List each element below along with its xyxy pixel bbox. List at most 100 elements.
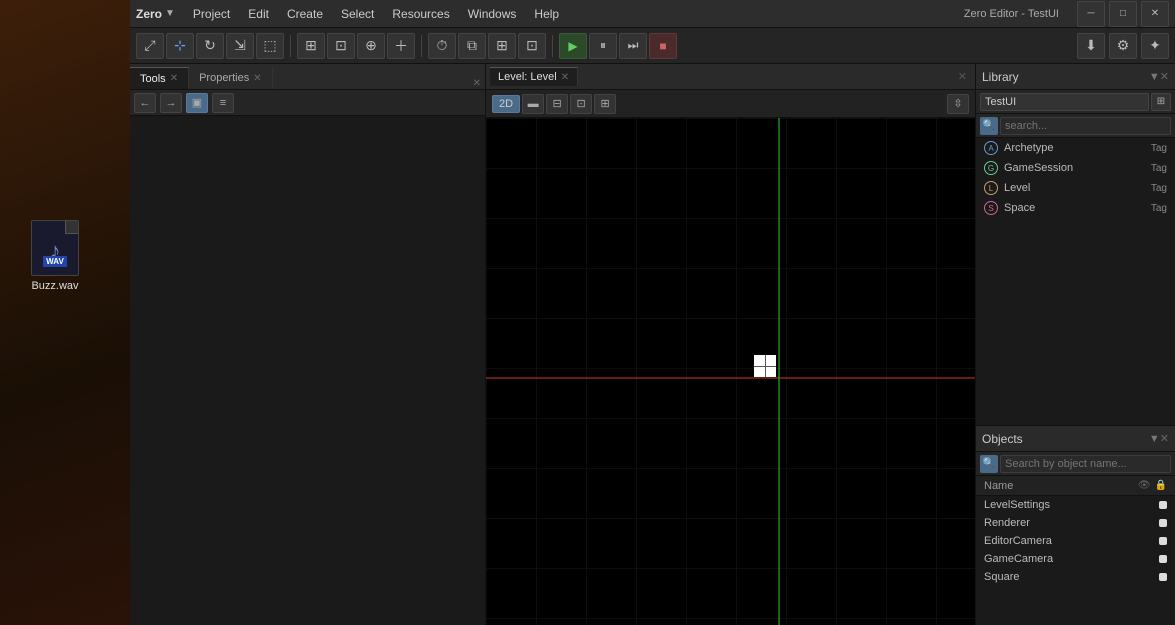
left-panels: Tools ✕ Properties ✕ ✕ ← → ▣ ≡ <box>130 64 486 625</box>
grid-button[interactable]: ⊞ <box>297 33 325 59</box>
level-tab-bar: Level: Level ✕ ✕ <box>486 64 975 90</box>
rotate-tool-button[interactable]: ↻ <box>196 33 224 59</box>
layer-button[interactable]: ⧉ <box>458 33 486 59</box>
library-grid-button[interactable]: ⊞ <box>1151 93 1171 111</box>
menu-select[interactable]: Select <box>333 5 382 23</box>
obj-item-levelsettings[interactable]: LevelSettings <box>976 496 1175 514</box>
objects-list: LevelSettings Renderer EditorCamera Game… <box>976 496 1175 625</box>
tab-tools-close[interactable]: ✕ <box>170 73 178 84</box>
library-search-input[interactable] <box>1000 117 1171 135</box>
lib-item-gamesession[interactable]: G GameSession Tag <box>976 158 1175 178</box>
panels-close[interactable]: ✕ <box>469 78 485 89</box>
gamecamera-dot <box>1159 555 1167 563</box>
library-search: 🔍 <box>976 114 1175 138</box>
view-2d-button[interactable]: 2D <box>492 95 520 113</box>
pause-button[interactable]: ⏸ <box>589 33 617 59</box>
desktop: ♪ WAV Buzz.wav <box>0 0 130 625</box>
view-grid-button[interactable]: ⊞ <box>594 94 616 114</box>
editor: Zero ▼ Project Edit Create Select Resour… <box>130 0 1175 625</box>
expand-button[interactable]: ⊞ <box>488 33 516 59</box>
level-tab[interactable]: Level: Level ✕ <box>490 67 578 86</box>
download-button[interactable]: ⬇ <box>1077 33 1105 59</box>
menu-windows[interactable]: Windows <box>460 5 525 23</box>
levelsettings-dot <box>1159 501 1167 509</box>
menu-project[interactable]: Project <box>185 5 238 23</box>
list-button[interactable]: ≡ <box>212 93 234 113</box>
level-icon: L <box>984 181 998 195</box>
gamesession-tag: Tag <box>1151 163 1167 174</box>
obj-item-editorcamera[interactable]: EditorCamera <box>976 532 1175 550</box>
select-rect-button[interactable]: ⬚ <box>256 33 284 59</box>
objects-search-input[interactable] <box>1000 455 1171 473</box>
play-button[interactable]: ▶ <box>559 33 587 59</box>
objects-column-header: Name 👁 🔒 <box>976 476 1175 496</box>
tab-properties-close[interactable]: ✕ <box>253 73 261 84</box>
viewport-toolbar-right: ⇳ <box>947 94 969 114</box>
objects-header-icons: 👁 🔒 <box>1138 480 1167 491</box>
space-name: Space <box>1004 202 1145 214</box>
scale-tool-button[interactable]: ⇲ <box>226 33 254 59</box>
renderer-dot <box>1159 519 1167 527</box>
space-tag: Tag <box>1151 203 1167 214</box>
extra-button[interactable]: ⊡ <box>518 33 546 59</box>
stop-button[interactable]: ■ <box>649 33 677 59</box>
skip-button[interactable]: ⏭ <box>619 33 647 59</box>
tab-tools[interactable]: Tools ✕ <box>130 67 189 89</box>
sparkle-button[interactable]: ✦ <box>1141 33 1169 59</box>
viewport-scroll-button[interactable]: ⇳ <box>947 94 969 114</box>
forward-button[interactable]: → <box>160 93 182 113</box>
tab-properties[interactable]: Properties ✕ <box>189 67 273 89</box>
maximize-button[interactable]: □ <box>1109 1 1137 27</box>
snap-button[interactable]: ⊡ <box>327 33 355 59</box>
menu-create[interactable]: Create <box>279 5 331 23</box>
toolbar-right: ⬇ ⚙ ✦ <box>1077 33 1169 59</box>
back-button[interactable]: ← <box>134 93 156 113</box>
objects-name-header: Name <box>984 480 1134 492</box>
space-icon: S <box>984 201 998 215</box>
library-selector: ⊞ <box>976 90 1175 114</box>
tool-group-view: ⊞ ⊡ ⊕ ＋ <box>297 33 415 59</box>
tool-group-time: ⏱ ⧉ ⊞ ⊡ <box>428 33 546 59</box>
view-camera-button[interactable]: ⊡ <box>570 94 592 114</box>
library-selector-input[interactable] <box>980 93 1149 111</box>
viewport-close-button[interactable]: ✕ <box>954 70 971 83</box>
view-flat-button[interactable]: ▬ <box>522 94 544 114</box>
toolbar-sep-2 <box>421 35 422 57</box>
obj-item-square[interactable]: Square <box>976 568 1175 586</box>
obj-item-renderer[interactable]: Renderer <box>976 514 1175 532</box>
menu-resources[interactable]: Resources <box>384 5 457 23</box>
archetype-name: Archetype <box>1004 142 1145 154</box>
lib-item-archetype[interactable]: A Archetype Tag <box>976 138 1175 158</box>
objects-expand-icon[interactable]: ▼ <box>1149 433 1160 445</box>
settings-button[interactable]: ⚙ <box>1109 33 1137 59</box>
brand-dropdown-icon[interactable]: ▼ <box>165 8 175 19</box>
translate-tool-button[interactable]: ⊹ <box>166 33 194 59</box>
square-name: Square <box>984 571 1153 583</box>
library-expand-icon[interactable]: ▼ <box>1149 71 1160 83</box>
library-close-button[interactable]: ✕ <box>1160 70 1169 83</box>
archetype-tag: Tag <box>1151 143 1167 154</box>
level-tab-close-icon[interactable]: ✕ <box>561 72 569 83</box>
file-label: Buzz.wav <box>31 280 78 292</box>
obj-item-gamecamera[interactable]: GameCamera <box>976 550 1175 568</box>
square-dot <box>1159 573 1167 581</box>
select-tool-button[interactable]: ⤢ <box>136 33 164 59</box>
object-button[interactable]: ⊕ <box>357 33 385 59</box>
add-button[interactable]: ＋ <box>387 33 415 59</box>
lib-item-level[interactable]: L Level Tag <box>976 178 1175 198</box>
level-tab-label: Level: Level <box>498 71 557 83</box>
objects-title: Objects <box>982 432 1145 446</box>
time-button[interactable]: ⏱ <box>428 33 456 59</box>
tool-group-transform: ⤢ ⊹ ↻ ⇲ ⬚ <box>136 33 284 59</box>
right-panels: Library ▼ ✕ ⊞ 🔍 A Archetype Tag <box>975 64 1175 625</box>
menu-help[interactable]: Help <box>526 5 567 23</box>
lib-item-space[interactable]: S Space Tag <box>976 198 1175 218</box>
home-button[interactable]: ▣ <box>186 93 208 113</box>
objects-close-button[interactable]: ✕ <box>1160 432 1169 445</box>
desktop-file-icon[interactable]: ♪ WAV Buzz.wav <box>20 220 90 292</box>
view-split-button[interactable]: ⊟ <box>546 94 568 114</box>
minimize-button[interactable]: ─ <box>1077 1 1105 27</box>
close-button[interactable]: ✕ <box>1141 1 1169 27</box>
grid-viewport[interactable] <box>486 118 975 625</box>
menu-edit[interactable]: Edit <box>240 5 277 23</box>
